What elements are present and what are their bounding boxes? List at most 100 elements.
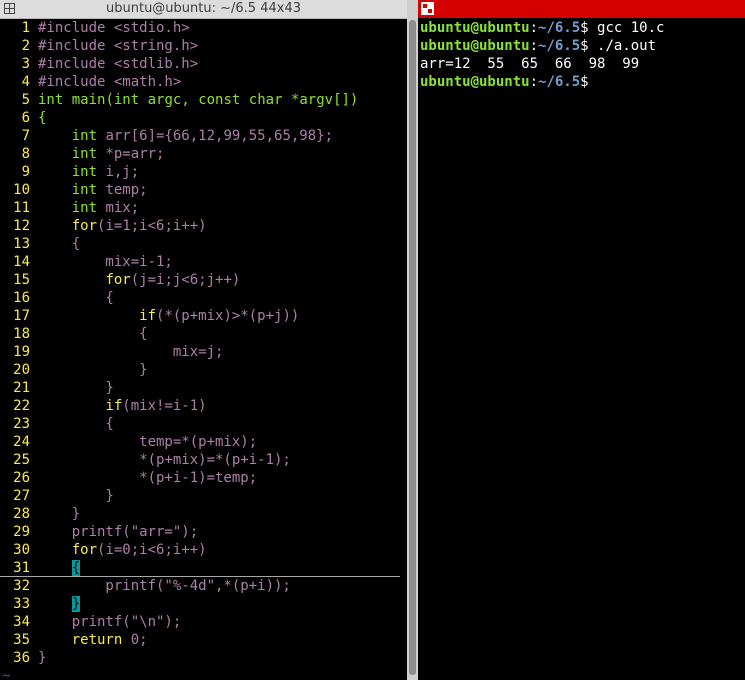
code-token: } (38, 380, 114, 396)
code-token: } (38, 506, 81, 522)
code-token: for (105, 272, 131, 288)
code-line[interactable]: 31 { (0, 559, 400, 577)
scrollbar[interactable] (407, 0, 418, 680)
code-token: printf("\n"); (38, 614, 182, 630)
code-line[interactable]: 36} (0, 649, 400, 667)
matched-brace: } (71, 596, 81, 612)
code-line[interactable]: 6{ (0, 109, 400, 127)
line-number: 21 (13, 380, 30, 396)
prompt-line: ubuntu@ubuntu:~/6.5$ gcc 10.c (420, 19, 664, 37)
code-token: temp; (97, 182, 148, 198)
program-output-line: arr=12 55 65 66 98 99 (420, 55, 664, 73)
line-number: 19 (13, 344, 30, 360)
code-line[interactable]: 33 } (0, 595, 400, 613)
code-line[interactable]: 7 int arr[6]={66,12,99,55,65,98}; (0, 127, 400, 145)
code-token: (i=1;i<6;i++) (97, 218, 207, 234)
code-line[interactable]: 4 #include <math.h> (0, 73, 400, 91)
code-token: if (139, 308, 157, 324)
left-titlebar[interactable]: ubuntu@ubuntu: ~/6.5 44x43 (0, 0, 407, 19)
code-token: #include (38, 38, 114, 54)
window-title: ubuntu@ubuntu: ~/6.5 44x43 (106, 1, 301, 16)
code-token: for (71, 218, 98, 234)
line-number: 18 (13, 326, 30, 342)
line-number: 11 (13, 200, 30, 216)
code-line[interactable]: 20 } (0, 361, 400, 379)
line-number: 31 (13, 560, 30, 576)
code-line[interactable]: 8 int *p=arr; (0, 145, 400, 163)
code-token: } (38, 362, 148, 378)
vim-terminal-window[interactable]: ubuntu@ubuntu: ~/6.5 44x43 1 #include <st… (0, 0, 407, 680)
code-token: int (38, 92, 64, 108)
line-number: 1 (21, 20, 30, 36)
code-line[interactable]: 13 { (0, 235, 400, 253)
code-token: *(p+mix)=*(p+i-1); (38, 452, 291, 468)
code-token: <math.h> (113, 74, 182, 90)
code-line[interactable]: 3 #include <stdlib.h> (0, 55, 400, 73)
right-titlebar[interactable] (418, 0, 745, 18)
line-number: 16 (13, 290, 30, 306)
line-number: 22 (13, 398, 30, 414)
code-token: } (38, 650, 47, 666)
code-token: main( (63, 92, 114, 108)
code-line[interactable]: 9 int i,j; (0, 163, 400, 181)
scrollbar-thumb[interactable] (409, 20, 416, 675)
code-line[interactable]: 14 mix=i-1; (0, 253, 400, 271)
code-line[interactable]: 24 temp=*(p+mix); (0, 433, 400, 451)
code-line[interactable]: 28 } (0, 505, 400, 523)
code-line[interactable]: 27 } (0, 487, 400, 505)
code-line[interactable]: 18 { (0, 325, 400, 343)
code-token: (i=0;i<6;i++) (97, 542, 207, 558)
prompt-command: $ gcc 10.c (580, 20, 665, 36)
prompt-path: ~/6.5 (538, 38, 581, 54)
code-line[interactable]: 26 *(p+i-1)=temp; (0, 469, 400, 487)
code-line[interactable]: 23 { (0, 415, 400, 433)
code-token: (*(p+mix)>*(p+j)) (156, 308, 300, 324)
code-line[interactable]: 12 for(i=1;i<6;i++) (0, 217, 400, 235)
code-token: *argv[]) (282, 92, 359, 108)
line-number: 29 (13, 524, 30, 540)
code-line[interactable]: 15 for(j=i;j<6;j++) (0, 271, 400, 289)
code-token: #include (38, 74, 114, 90)
code-token: *(p+i-1)=temp; (38, 470, 258, 486)
code-line[interactable]: 5 int main(int argc, const char *argv[]) (0, 91, 400, 109)
code-line[interactable]: 34 printf("\n"); (0, 613, 400, 631)
code-line[interactable]: 35 return 0; (0, 631, 400, 649)
code-token: { (38, 236, 81, 252)
code-line[interactable]: 30 for(i=0;i<6;i++) (0, 541, 400, 559)
code-line[interactable]: 21 } (0, 379, 400, 397)
code-token: (mix!=i-1) (122, 398, 207, 414)
code-editor[interactable]: 1 #include <stdio.h> 2 #include <string.h> 3… (0, 19, 400, 680)
prompt-command: $ ./a.out (580, 38, 657, 54)
code-line[interactable]: 10 int temp; (0, 181, 400, 199)
code-line[interactable]: 17 if(*(p+mix)>*(p+j)) (0, 307, 400, 325)
code-line[interactable]: 11 int mix; (0, 199, 400, 217)
code-line[interactable]: 19 mix=j; (0, 343, 400, 361)
code-token: if (105, 398, 123, 414)
code-token: { (38, 110, 47, 126)
code-line[interactable]: 16 { (0, 289, 400, 307)
terminal-tab-icon[interactable] (421, 2, 434, 15)
code-line[interactable]: 1 #include <stdio.h> (0, 19, 400, 37)
line-number: 5 (21, 92, 30, 108)
shell-terminal-window[interactable]: ubuntu@ubuntu:~/6.5$ gcc 10.c ubuntu@ubun… (418, 0, 745, 680)
terminal-output[interactable]: ubuntu@ubuntu:~/6.5$ gcc 10.c ubuntu@ubun… (420, 19, 664, 91)
code-token: arr[6]={66,12,99,55,65,98}; (97, 128, 334, 144)
code-line[interactable]: 32 printf("%-4d",*(p+i)); (0, 577, 400, 595)
code-token: 0 (122, 632, 140, 648)
line-number: 4 (21, 74, 30, 90)
prompt-separator: : (529, 74, 539, 90)
prompt-separator: : (529, 20, 539, 36)
code-token: <string.h> (113, 38, 199, 54)
code-line[interactable]: 29 printf("arr="); (0, 523, 400, 541)
code-line[interactable]: 25 *(p+mix)=*(p+i-1); (0, 451, 400, 469)
code-line[interactable]: 22 if(mix!=i-1) (0, 397, 400, 415)
output-text: arr=12 55 65 66 98 99 (420, 56, 640, 72)
code-line[interactable]: 2 #include <string.h> (0, 37, 400, 55)
